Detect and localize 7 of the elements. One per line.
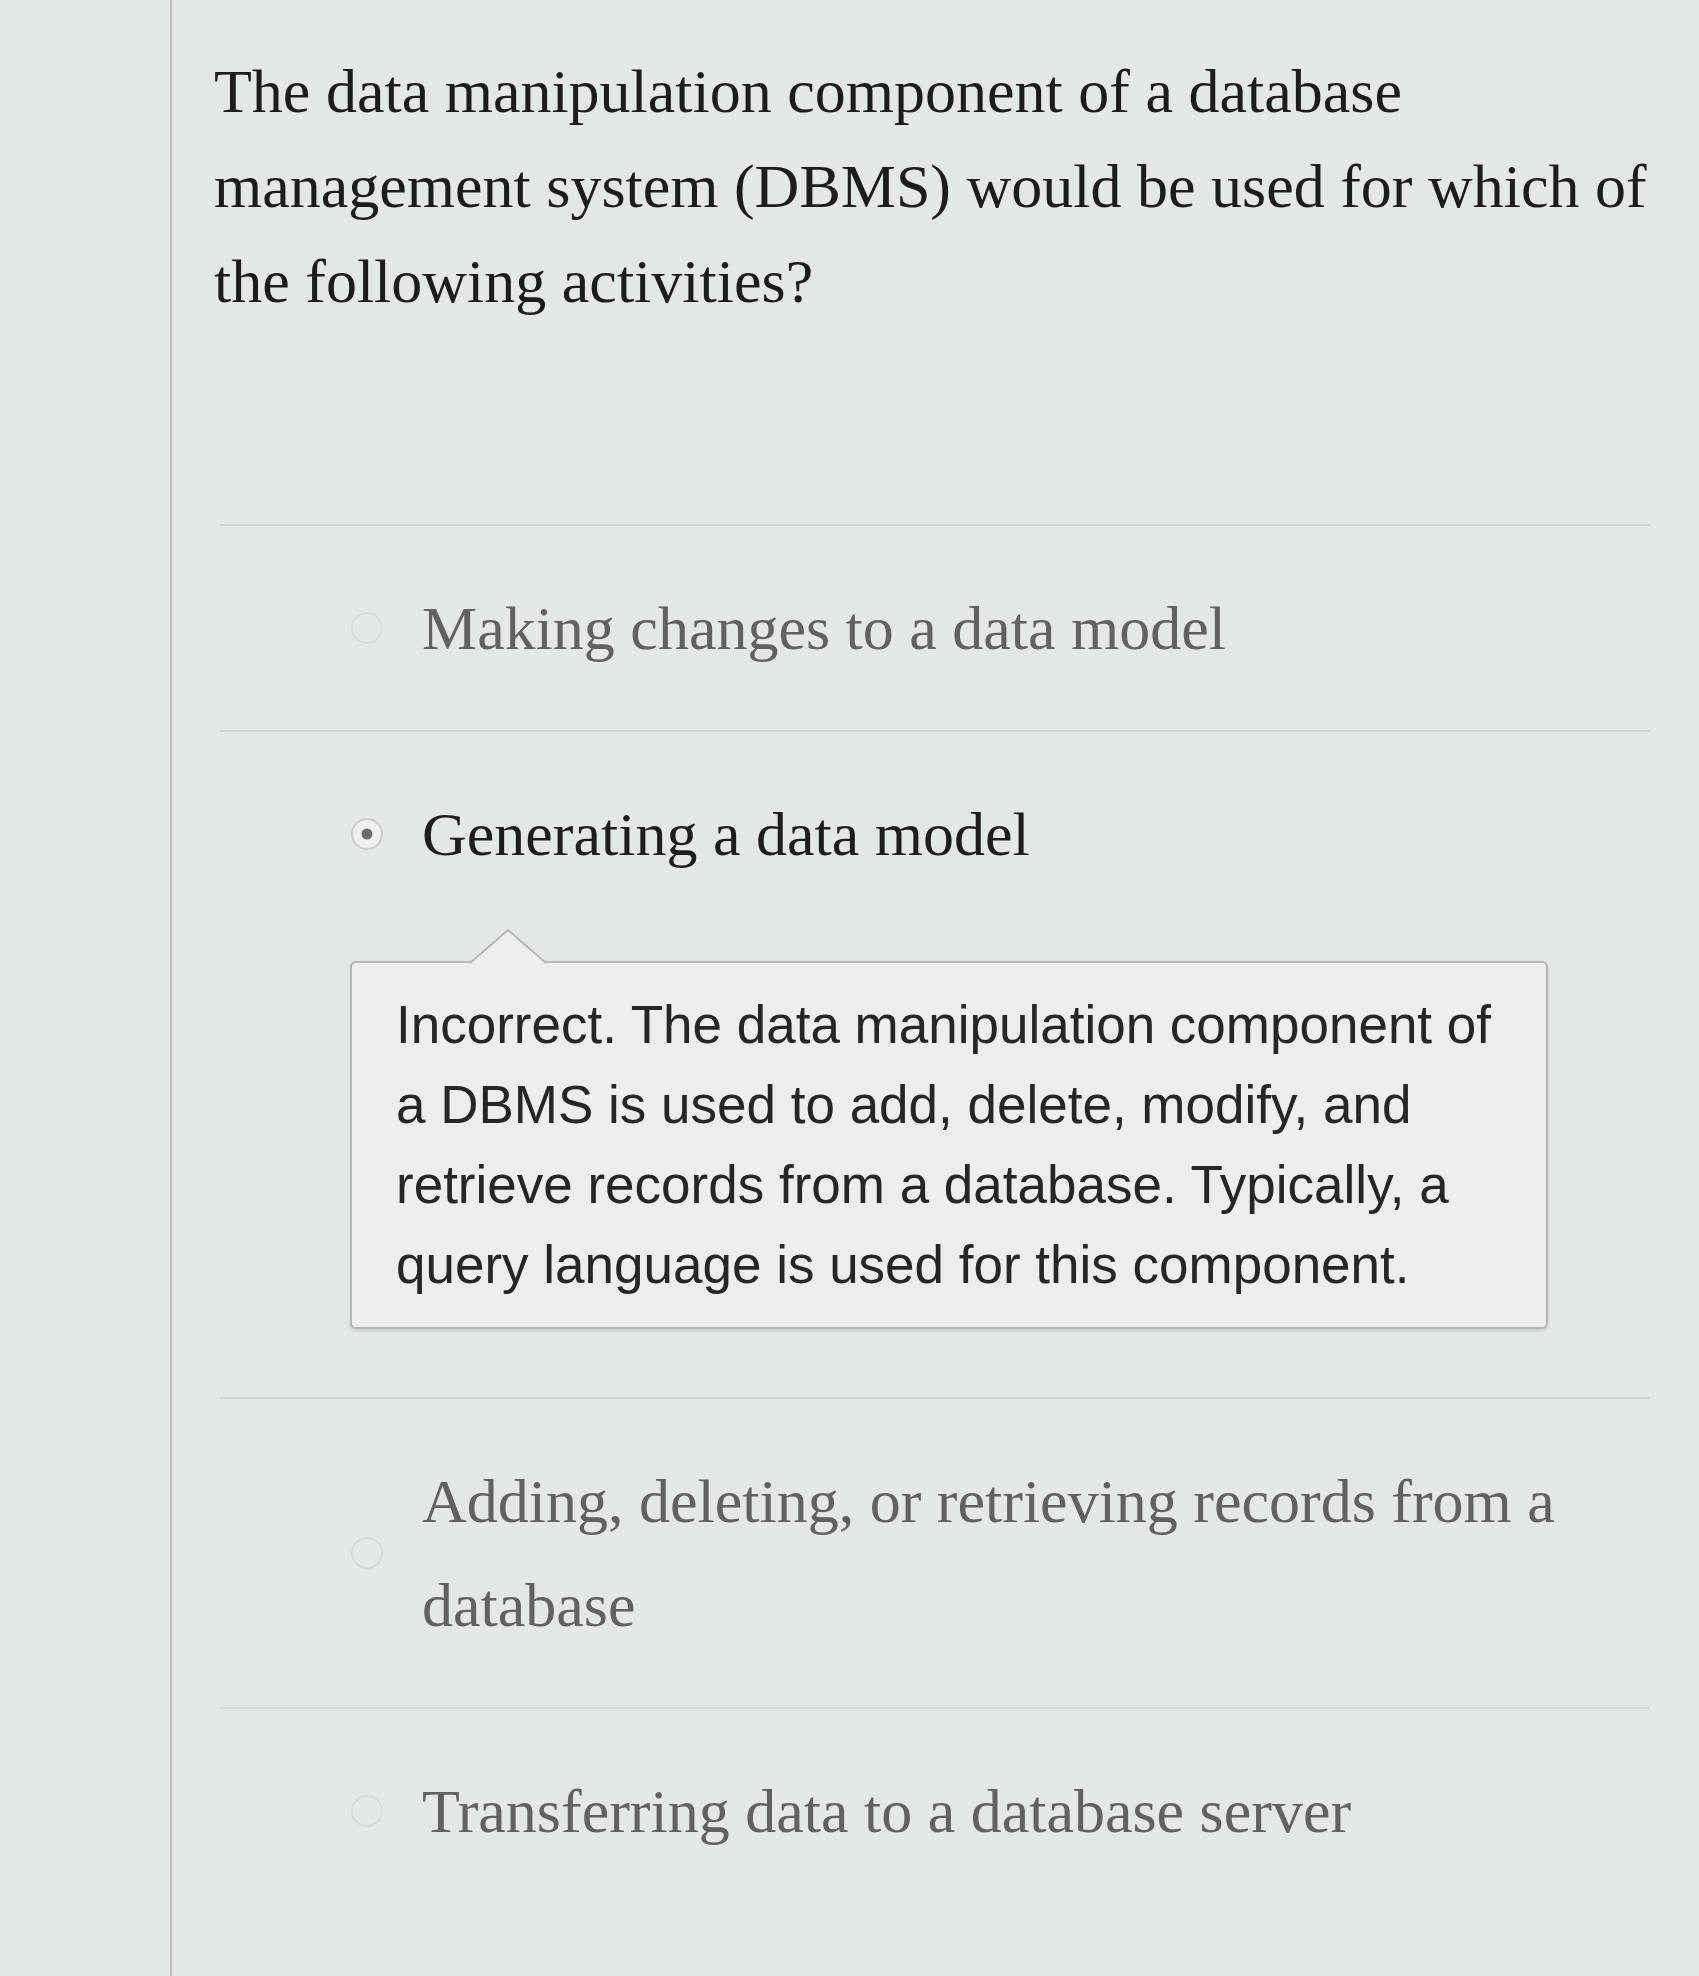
option-label[interactable]: Making changes to a data model [422, 576, 1227, 680]
question-text: The data manipulation component of a database management system (DBMS) would be used for which of the following activities? [214, 56, 1648, 317]
radio-button[interactable] [350, 817, 384, 851]
option-label[interactable]: Transferring data to a database server [422, 1759, 1352, 1863]
feedback-box: Incorrect. The data manipulation component of a DBMS is used to add, delete, modify, and retrieve records from a database. Typically, a query language is used for this component. [350, 961, 1548, 1329]
option-label[interactable]: Generating a data model [422, 782, 1030, 886]
option-label[interactable]: Adding, deleting, or retrieving records from a database [422, 1449, 1592, 1657]
